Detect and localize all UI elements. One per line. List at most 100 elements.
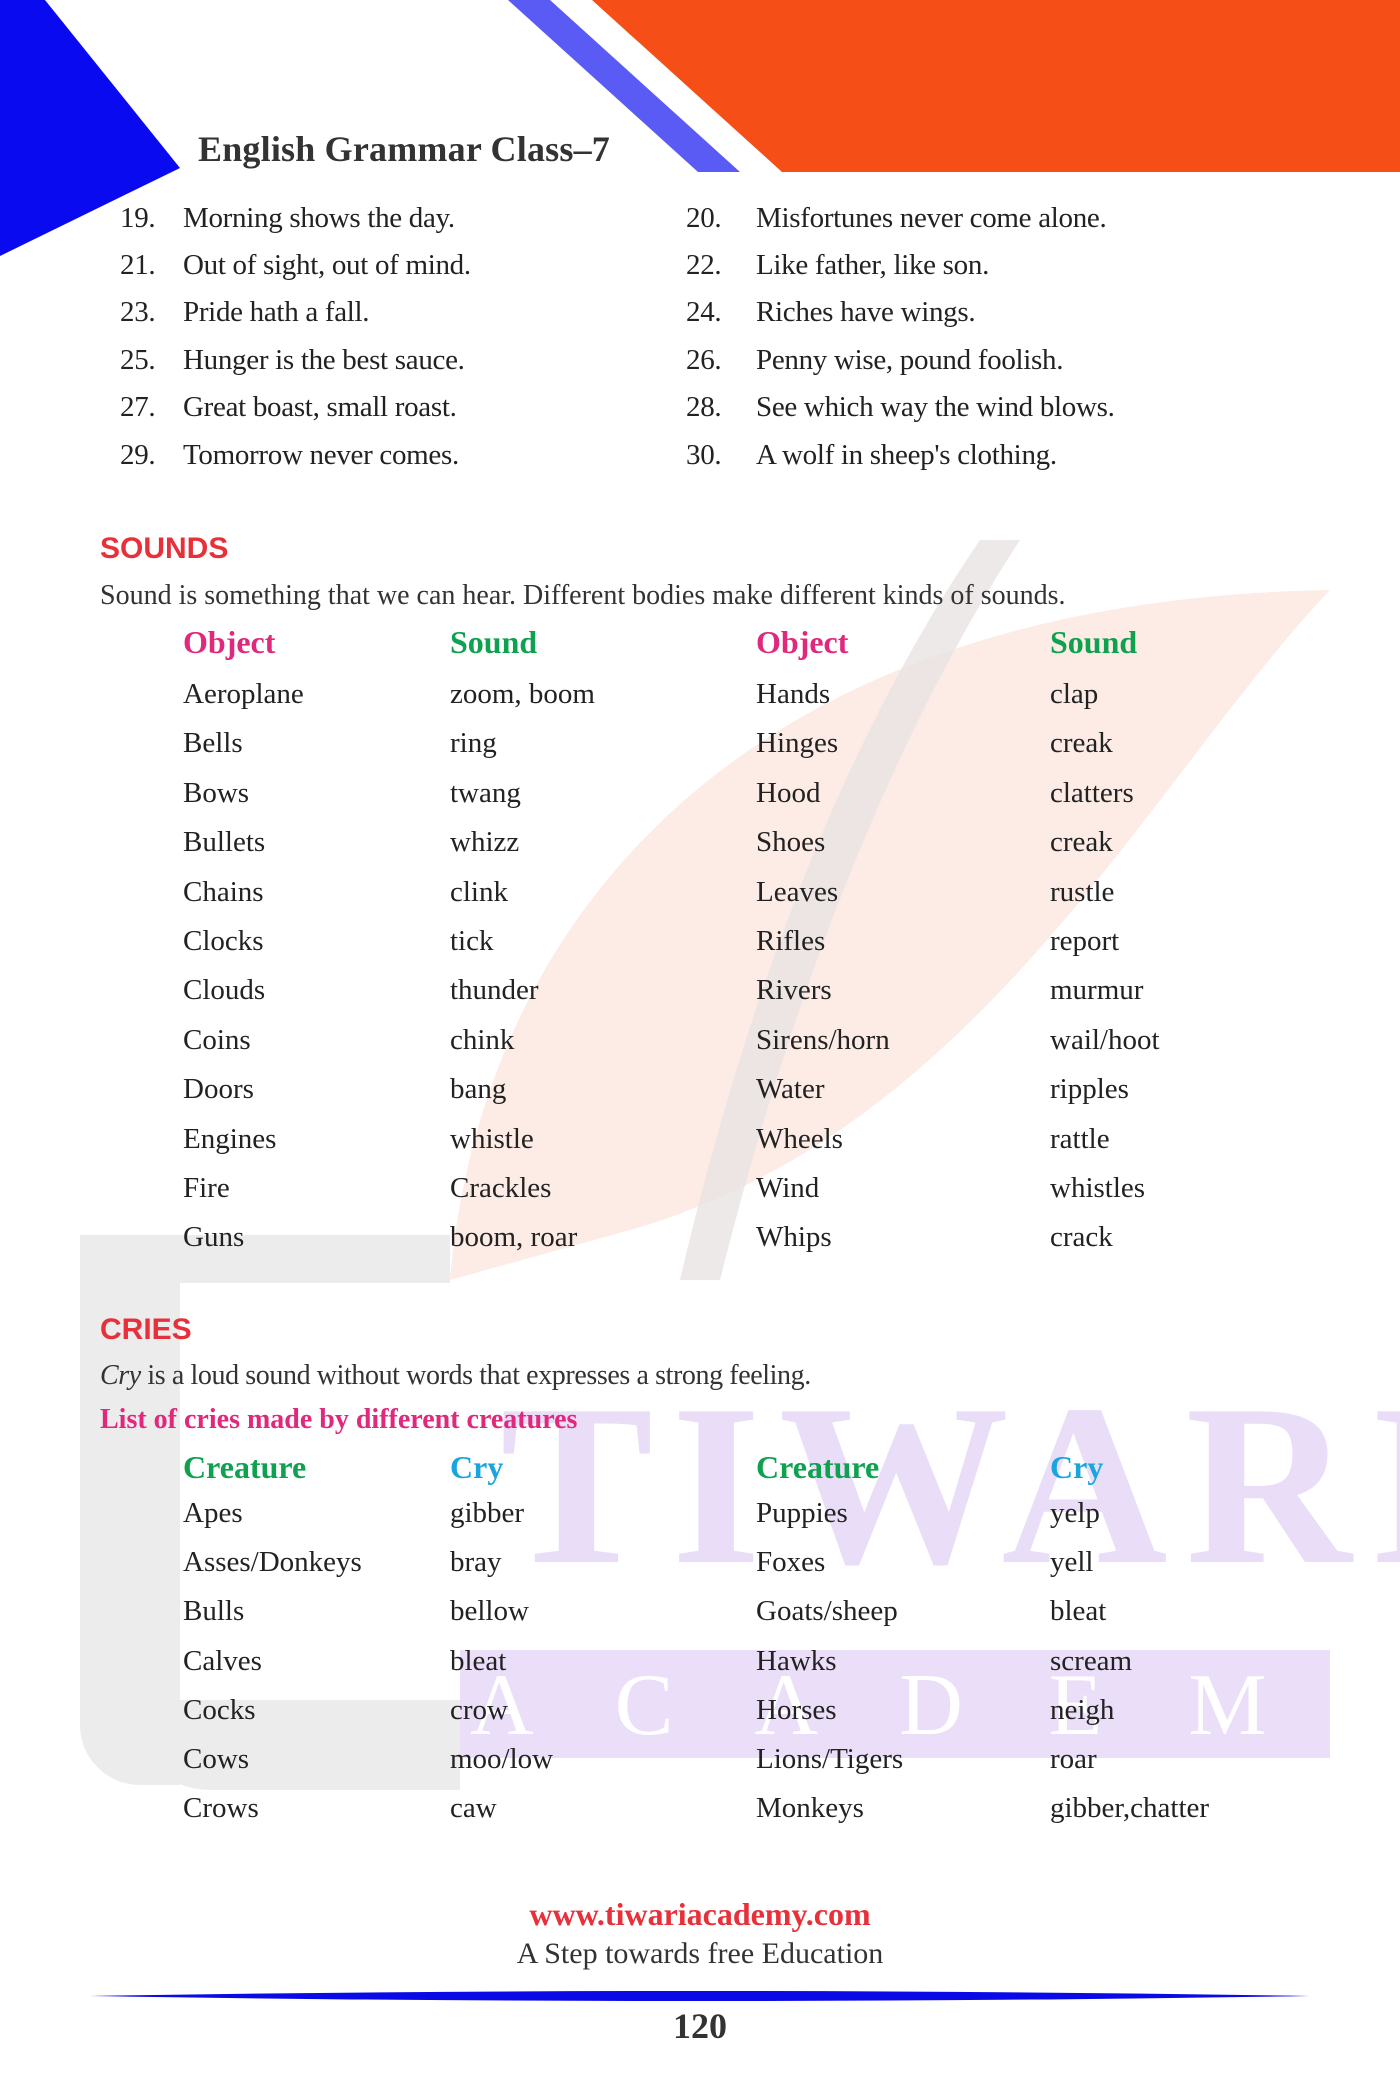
- table-cell: bellow: [450, 1595, 529, 1628]
- proverb-text: A wolf in sheep's clothing.: [756, 439, 1057, 471]
- table-cell: Fire: [183, 1172, 230, 1204]
- table-cell: Shoes: [756, 826, 826, 859]
- table-cell: bleat: [1050, 1595, 1107, 1628]
- table-cell: moo/low: [450, 1743, 554, 1775]
- table-cell: Cocks: [183, 1693, 256, 1726]
- cry-definition: is a loud sound without words that expre…: [140, 1360, 811, 1391]
- table-cell: clink: [450, 875, 508, 908]
- page-number: 120: [673, 2006, 727, 2046]
- column-header: Object: [183, 624, 276, 660]
- proverb-text: Misfortunes never come alone.: [756, 202, 1107, 234]
- proverb-text: Penny wise, pound foolish.: [756, 344, 1064, 376]
- table-cell: Clocks: [183, 925, 264, 957]
- table-cell: Bulls: [183, 1595, 245, 1628]
- footer-divider: [90, 1991, 1310, 2001]
- book-title: English Grammar Class–7: [198, 129, 610, 169]
- table-cell: Asses/Donkeys: [183, 1546, 362, 1579]
- table-cell: Sirens/horn: [756, 1023, 890, 1056]
- proverb-number: 22.: [686, 249, 722, 281]
- proverb-number: 25.: [120, 344, 156, 376]
- table-cell: bang: [450, 1073, 507, 1106]
- column-header: Cry: [1050, 1449, 1104, 1485]
- cry-term: Cry: [100, 1360, 141, 1391]
- table-cell: Lions/Tigers: [756, 1743, 904, 1775]
- table-cell: Hawks: [756, 1644, 837, 1677]
- watermark-t-foot: [130, 1700, 460, 1790]
- proverb-number: 19.: [120, 202, 156, 234]
- proverb-number: 26.: [686, 344, 722, 376]
- sounds-description: Sound is something that we can hear. Dif…: [100, 580, 1066, 611]
- column-header: Cry: [450, 1449, 504, 1485]
- column-header: Creature: [183, 1449, 307, 1485]
- table-cell: Calves: [183, 1644, 262, 1677]
- proverb-text: See which way the wind blows.: [756, 391, 1115, 423]
- table-cell: yelp: [1050, 1497, 1100, 1529]
- table-cell: Whips: [756, 1221, 832, 1254]
- table-cell: Chains: [183, 875, 264, 908]
- table-cell: Leaves: [756, 875, 839, 908]
- sounds-heading: SOUNDS: [100, 532, 229, 565]
- table-cell: whistles: [1050, 1172, 1146, 1204]
- table-cell: Water: [756, 1073, 825, 1106]
- table-cell: report: [1050, 925, 1120, 957]
- proverb-number: 27.: [120, 391, 156, 423]
- table-cell: creak: [1050, 826, 1113, 859]
- table-cell: clatters: [1050, 776, 1134, 809]
- cries-description: Cry is a loud sound without words that e…: [100, 1360, 811, 1392]
- footer-website-link[interactable]: www.tiwariacademy.com: [0, 1896, 1400, 1933]
- table-cell: Wheels: [756, 1122, 843, 1155]
- column-header: Creature: [756, 1449, 880, 1485]
- table-cell: roar: [1050, 1743, 1097, 1775]
- table-cell: crack: [1050, 1221, 1113, 1254]
- footer-tagline: A Step towards free Education: [516, 1937, 884, 1970]
- table-cell: Puppies: [756, 1497, 848, 1529]
- table-cell: Engines: [183, 1122, 277, 1155]
- table-cell: Cows: [183, 1743, 250, 1775]
- table-cell: Apes: [183, 1497, 243, 1529]
- table-cell: boom, roar: [450, 1221, 578, 1254]
- cries-heading: CRIES: [100, 1313, 192, 1346]
- table-cell: gibber,chatter: [1050, 1792, 1210, 1825]
- watermark-tiwari: TIWARI: [500, 1357, 1400, 1612]
- table-cell: twang: [450, 776, 521, 809]
- table-cell: creak: [1050, 727, 1113, 760]
- table-cell: Bullets: [183, 826, 266, 859]
- table-cell: whistle: [450, 1122, 534, 1155]
- column-header: Sound: [450, 624, 538, 660]
- table-cell: murmur: [1050, 974, 1144, 1007]
- table-cell: Bows: [183, 776, 250, 809]
- proverb-text: Like father, like son.: [756, 249, 990, 281]
- table-cell: Hands: [756, 678, 831, 710]
- proverb-number: 24.: [686, 296, 722, 328]
- table-cell: scream: [1050, 1644, 1133, 1677]
- proverb-number: 23.: [120, 296, 156, 328]
- proverb-text: Great boast, small roast.: [183, 391, 457, 423]
- watermark-academy: A C A D E M Y: [470, 1657, 1400, 1754]
- table-cell: ripples: [1050, 1073, 1129, 1106]
- proverb-text: Morning shows the day.: [183, 202, 455, 234]
- table-cell: zoom, boom: [450, 678, 595, 710]
- table-cell: yell: [1050, 1546, 1094, 1579]
- table-cell: Wind: [756, 1172, 820, 1204]
- proverb-number: 29.: [120, 439, 156, 471]
- table-cell: rattle: [1050, 1122, 1110, 1155]
- column-header: Sound: [1050, 624, 1138, 660]
- header-orange-block: [592, 0, 1400, 172]
- table-cell: Coins: [183, 1023, 251, 1056]
- proverb-text: Hunger is the best sauce.: [183, 344, 465, 376]
- table-cell: bleat: [450, 1644, 507, 1677]
- table-cell: Aeroplane: [183, 678, 304, 710]
- table-cell: whizz: [450, 826, 520, 859]
- table-cell: Crackles: [450, 1172, 552, 1204]
- proverb-text: Riches have wings.: [756, 296, 976, 328]
- proverb-number: 28.: [686, 391, 722, 423]
- table-cell: Clouds: [183, 974, 266, 1007]
- table-cell: thunder: [450, 974, 539, 1007]
- proverb-number: 21.: [120, 249, 156, 281]
- proverb-text: Out of sight, out of mind.: [183, 249, 471, 281]
- proverb-number: 30.: [686, 439, 722, 471]
- table-cell: chink: [450, 1023, 515, 1056]
- proverb-text: Tomorrow never comes.: [183, 439, 459, 471]
- table-cell: wail/hoot: [1050, 1023, 1160, 1056]
- proverb-text: Pride hath a fall.: [183, 296, 370, 328]
